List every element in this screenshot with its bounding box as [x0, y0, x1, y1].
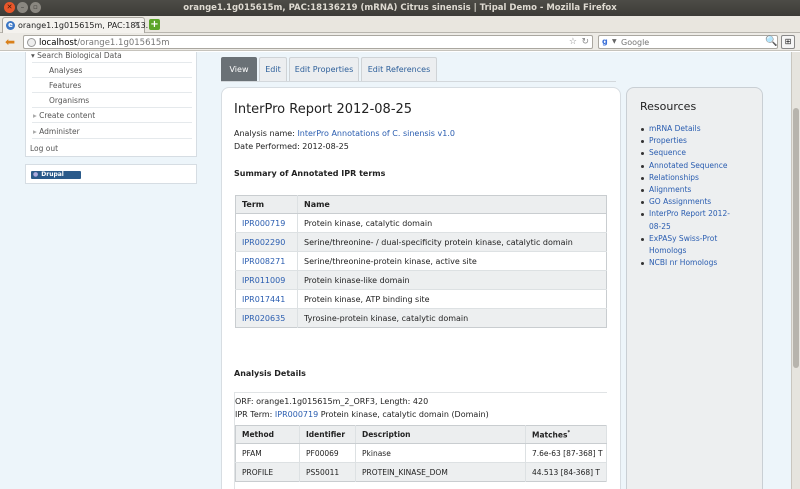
analysis-details-heading: Analysis Details: [234, 369, 306, 378]
table-row: IPR020635 Tyrosine-protein kinase, catal…: [235, 308, 607, 328]
table-row: IPR002290 Serine/threonine- / dual-speci…: [235, 232, 607, 252]
search-bar[interactable]: g ▼: [598, 35, 778, 49]
resource-link-interpro-report[interactable]: InterPro Report 2012-08-25: [640, 208, 740, 232]
addon-icon[interactable]: ⊞: [781, 35, 795, 49]
sidebar-item-search-biological-data[interactable]: ▾ Search Biological Data: [31, 52, 122, 60]
sidebar-item-analyses[interactable]: Analyses: [49, 66, 82, 75]
drupal-drop-icon: ●: [33, 171, 39, 178]
match-description: Pkinase: [355, 443, 526, 463]
sidebar-item-administer[interactable]: ▸ Administer: [33, 127, 80, 136]
new-tab-button[interactable]: +: [149, 19, 160, 30]
ipr-name: Tyrosine-protein kinase, catalytic domai…: [297, 308, 607, 328]
ipr-term-link[interactable]: IPR000719: [275, 410, 318, 419]
match-identifier: PF00069: [299, 443, 356, 463]
ipr-term-link[interactable]: IPR002290: [242, 238, 285, 247]
navigation-toolbar: ⬅ localhost/orange1.1g015615m ☆ ↻ g ▼: [0, 33, 800, 51]
ipr-summary-table: Term Name IPR000719 Protein kinase, cata…: [235, 195, 607, 328]
analysis-name-link[interactable]: InterPro Annotations of C. sinensis v1.0: [297, 129, 455, 138]
ipr-name: Protein kinase, ATP binding site: [297, 289, 607, 309]
ipr-term-link[interactable]: IPR017441: [242, 295, 285, 304]
column-header-description: Description: [355, 425, 526, 444]
scrollbar-thumb[interactable]: [793, 108, 799, 368]
sidebar-item-create-content[interactable]: ▸ Create content: [33, 111, 95, 120]
tab-edit-references[interactable]: Edit References: [361, 57, 437, 81]
date-performed: Date Performed: 2012-08-25: [234, 142, 349, 151]
sidebar-navigation: ▾ Search Biological Data Analyses Featur…: [25, 52, 197, 157]
ipr-term-link[interactable]: IPR020635: [242, 314, 285, 323]
google-engine-icon[interactable]: g: [602, 37, 608, 46]
column-header-term: Term: [235, 195, 298, 214]
page-scrollbar[interactable]: [791, 52, 800, 489]
ipr-term-line: IPR Term: IPR000719 Protein kinase, cata…: [235, 410, 489, 419]
window-title: orange1.1g015615m, PAC:18136219 (mRNA) C…: [183, 3, 617, 13]
column-header-name: Name: [297, 195, 607, 214]
window-titlebar: ✕ – ▫ orange1.1g015615m, PAC:18136219 (m…: [0, 0, 800, 16]
ipr-name: Protein kinase, catalytic domain: [297, 213, 607, 233]
chevron-down-icon[interactable]: ▼: [612, 38, 617, 45]
browser-tab-active[interactable]: e orange1.1g015615m, PAC:1813... ×: [2, 17, 153, 33]
reload-icon[interactable]: ↻: [581, 37, 589, 47]
table-row: IPR017441 Protein kinase, ATP binding si…: [235, 289, 607, 309]
table-row: PROFILE PS50011 PROTEIN_KINASE_DOM 44.51…: [235, 462, 607, 482]
ipr-term-link[interactable]: IPR011009: [242, 276, 285, 285]
resources-title: Resources: [640, 100, 697, 113]
ipr-name: Serine/threonine- / dual-specificity pro…: [297, 232, 607, 252]
resource-link-relationships[interactable]: Relationships: [640, 172, 758, 184]
column-header-matches: Matches*: [525, 425, 607, 444]
ipr-term-link[interactable]: IPR000719: [242, 219, 285, 228]
chevron-right-icon: ▸: [33, 111, 37, 120]
ipr-name: Protein kinase-like domain: [297, 270, 607, 290]
sidebar-item-organisms[interactable]: Organisms: [49, 96, 89, 105]
resource-link-mrna-details[interactable]: mRNA Details: [640, 123, 758, 135]
orf-line: ORF: orange1.1g015615m_2_ORF3, Length: 4…: [235, 397, 429, 406]
ipr-term-link[interactable]: IPR008271: [242, 257, 285, 266]
ipr-name: Serine/threonine-protein kinase, active …: [297, 251, 607, 271]
match-method: PROFILE: [235, 462, 300, 482]
powered-by-block: ● Drupal: [25, 164, 197, 184]
summary-heading: Summary of Annotated IPR terms: [234, 169, 386, 178]
resources-list: mRNA Details Properties Sequence Annotat…: [640, 123, 758, 269]
url-bar[interactable]: localhost/orange1.1g015615m ☆ ↻: [23, 35, 593, 49]
browser-tab-strip: e orange1.1g015615m, PAC:1813... × +: [0, 16, 800, 33]
match-method: PFAM: [235, 443, 300, 463]
back-arrow-icon[interactable]: ⬅: [5, 36, 19, 48]
search-input[interactable]: [621, 37, 771, 48]
tab-view[interactable]: View: [221, 57, 257, 81]
table-row: IPR008271 Serine/threonine-protein kinas…: [235, 251, 607, 271]
site-identity-icon[interactable]: [27, 38, 36, 47]
match-value: 44.513 [84-368] T: [525, 462, 607, 482]
sidebar-item-features[interactable]: Features: [49, 81, 81, 90]
close-tab-icon[interactable]: ×: [133, 20, 141, 30]
match-identifier: PS50011: [299, 462, 356, 482]
resource-link-alignments[interactable]: Alignments: [640, 184, 758, 196]
resource-link-go-assignments[interactable]: GO Assignments: [640, 196, 758, 208]
resource-link-properties[interactable]: Properties: [640, 135, 758, 147]
resource-link-ncbi-nr[interactable]: NCBI nr Homologs: [640, 257, 758, 269]
match-value: 7.6e-63 [87-368] T: [525, 443, 607, 463]
url-text[interactable]: localhost/orange1.1g015615m: [39, 38, 170, 48]
analysis-name-line: Analysis name: InterPro Annotations of C…: [234, 129, 455, 138]
table-row: IPR000719 Protein kinase, catalytic doma…: [235, 213, 607, 233]
column-header-identifier: Identifier: [299, 425, 356, 444]
table-row: PFAM PF00069 Pkinase 7.6e-63 [87-368] T: [235, 443, 607, 463]
table-row: IPR011009 Protein kinase-like domain: [235, 270, 607, 290]
search-magnifier-icon[interactable]: 🔍: [765, 36, 777, 47]
tab-edit[interactable]: Edit: [259, 57, 287, 81]
tripal-favicon-icon: e: [6, 21, 15, 30]
match-description: PROTEIN_KINASE_DOM: [355, 462, 526, 482]
page-title: InterPro Report 2012-08-25: [234, 102, 413, 117]
resource-link-expasy-swissprot[interactable]: ExPASy Swiss-Prot Homologs: [640, 233, 740, 257]
tab-edit-properties[interactable]: Edit Properties: [289, 57, 359, 81]
resource-link-sequence[interactable]: Sequence: [640, 147, 758, 159]
chevron-right-icon: ▸: [33, 127, 37, 136]
drupal-badge[interactable]: ● Drupal: [31, 171, 81, 179]
tabs-divider: [221, 81, 616, 82]
matches-table: Method Identifier Description Matches* P…: [235, 425, 607, 482]
sidebar-item-log-out[interactable]: Log out: [30, 144, 58, 153]
bookmark-star-icon[interactable]: ☆: [569, 37, 577, 47]
resource-link-annotated-sequence[interactable]: Annotated Sequence: [640, 160, 758, 172]
column-header-method: Method: [235, 425, 300, 444]
